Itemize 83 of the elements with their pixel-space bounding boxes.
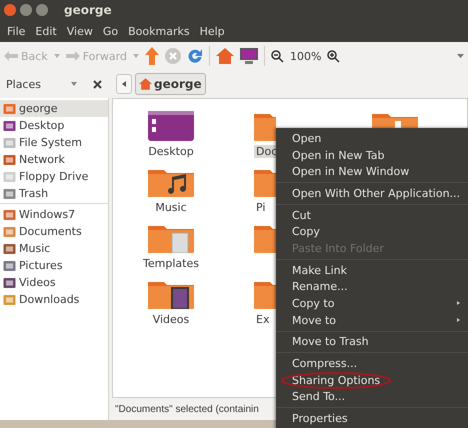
path-back-button[interactable] bbox=[116, 74, 132, 94]
dropdown-icon[interactable] bbox=[71, 82, 77, 86]
forward-arrow-icon bbox=[66, 51, 80, 61]
menu-entry[interactable]: Sharing Options bbox=[276, 372, 468, 389]
left-arrow-icon bbox=[122, 81, 126, 87]
menu-entry[interactable]: Open bbox=[276, 130, 468, 147]
folder-icon bbox=[148, 279, 194, 309]
desktop-folder-icon bbox=[148, 111, 194, 141]
place-icon bbox=[3, 242, 16, 254]
window-title: george bbox=[64, 3, 112, 17]
close-icon[interactable] bbox=[93, 80, 102, 88]
path-button[interactable]: george bbox=[135, 73, 206, 95]
menu-entry[interactable]: Properties bbox=[276, 410, 468, 427]
folder-icon bbox=[148, 167, 194, 197]
zoom-in-icon[interactable] bbox=[327, 50, 340, 62]
menu-item[interactable]: Bookmarks bbox=[123, 24, 195, 38]
file-label[interactable]: Desktop bbox=[146, 145, 196, 158]
menu-entry[interactable]: Copy bbox=[276, 223, 468, 240]
home-icon bbox=[139, 78, 152, 90]
place-icon bbox=[3, 276, 16, 288]
sidebar-item[interactable]: Downloads bbox=[0, 291, 108, 308]
menu-entry[interactable]: Open in New Window bbox=[276, 163, 468, 180]
folder-icon bbox=[148, 223, 194, 253]
menu-entry[interactable]: Move to Trash bbox=[276, 334, 468, 350]
place-icon bbox=[3, 260, 16, 272]
menu-entry[interactable]: Send To... bbox=[276, 388, 468, 406]
sidebar-item[interactable]: george bbox=[0, 100, 108, 117]
menu-item[interactable]: Go bbox=[98, 24, 124, 38]
menu-entry[interactable]: Make Link bbox=[276, 262, 468, 278]
reload-icon[interactable] bbox=[186, 48, 203, 64]
computer-icon[interactable] bbox=[240, 48, 258, 64]
folder-icon bbox=[254, 167, 276, 197]
file-label[interactable]: Music bbox=[153, 201, 189, 214]
zoom-level: 100% bbox=[290, 50, 322, 62]
place-icon bbox=[3, 226, 16, 238]
menu-item[interactable]: Help bbox=[194, 24, 230, 38]
places-label: Places bbox=[6, 78, 42, 90]
menu-entry[interactable]: Open With Other Application... bbox=[276, 185, 468, 202]
file-label[interactable]: Templates bbox=[141, 257, 201, 270]
sidebar-item[interactable]: Videos bbox=[0, 274, 108, 291]
sidebar-item[interactable]: Windows7 bbox=[0, 206, 108, 223]
minimize-button[interactable] bbox=[20, 4, 32, 16]
menu-entry[interactable]: Compress... bbox=[276, 355, 468, 372]
up-arrow-icon[interactable] bbox=[144, 47, 159, 65]
place-icon bbox=[3, 294, 16, 306]
folder-icon bbox=[254, 223, 276, 253]
sidebar-item[interactable]: Desktop bbox=[0, 117, 108, 134]
menu-item[interactable]: Edit bbox=[30, 24, 62, 38]
menu-entry[interactable]: Copy to bbox=[276, 295, 468, 312]
place-icon bbox=[3, 208, 16, 220]
dropdown-icon[interactable] bbox=[132, 54, 139, 58]
place-icon bbox=[3, 170, 16, 182]
place-icon bbox=[3, 188, 16, 200]
close-button[interactable] bbox=[4, 4, 16, 16]
status-text: "Documents" selected (containin bbox=[115, 404, 259, 414]
zoom-out-icon[interactable] bbox=[270, 50, 284, 62]
folder-icon bbox=[254, 111, 276, 141]
file-label[interactable]: Pi bbox=[254, 201, 268, 214]
menu-item[interactable]: File bbox=[2, 24, 30, 38]
sidebar-item[interactable]: File System bbox=[0, 134, 108, 151]
file-label[interactable]: Videos bbox=[150, 313, 192, 326]
sidebar-item[interactable]: Trash bbox=[0, 185, 108, 202]
dropdown-icon[interactable] bbox=[457, 54, 464, 58]
sidebar-item[interactable]: Pictures bbox=[0, 257, 108, 274]
menu-entry[interactable]: Move to bbox=[276, 312, 468, 329]
place-icon bbox=[3, 102, 16, 114]
menu-item[interactable]: View bbox=[62, 24, 98, 38]
menu-entry[interactable]: Rename... bbox=[276, 278, 468, 296]
place-icon bbox=[3, 154, 16, 166]
dropdown-icon[interactable] bbox=[54, 54, 60, 58]
home-icon[interactable] bbox=[216, 48, 234, 64]
maximize-button[interactable] bbox=[36, 4, 48, 16]
menu-entry[interactable]: Cut bbox=[276, 206, 468, 224]
place-icon bbox=[3, 120, 16, 132]
sidebar-item[interactable]: Music bbox=[0, 240, 108, 257]
folder-icon bbox=[254, 279, 276, 309]
file-label[interactable]: Ex bbox=[254, 313, 272, 326]
sidebar-item[interactable]: Documents bbox=[0, 223, 108, 240]
sidebar-item[interactable]: Network bbox=[0, 151, 108, 168]
sidebar-item[interactable]: Floppy Drive bbox=[0, 168, 108, 185]
place-icon bbox=[3, 136, 16, 148]
stop-icon[interactable] bbox=[164, 48, 181, 64]
back-arrow-icon bbox=[4, 51, 18, 61]
